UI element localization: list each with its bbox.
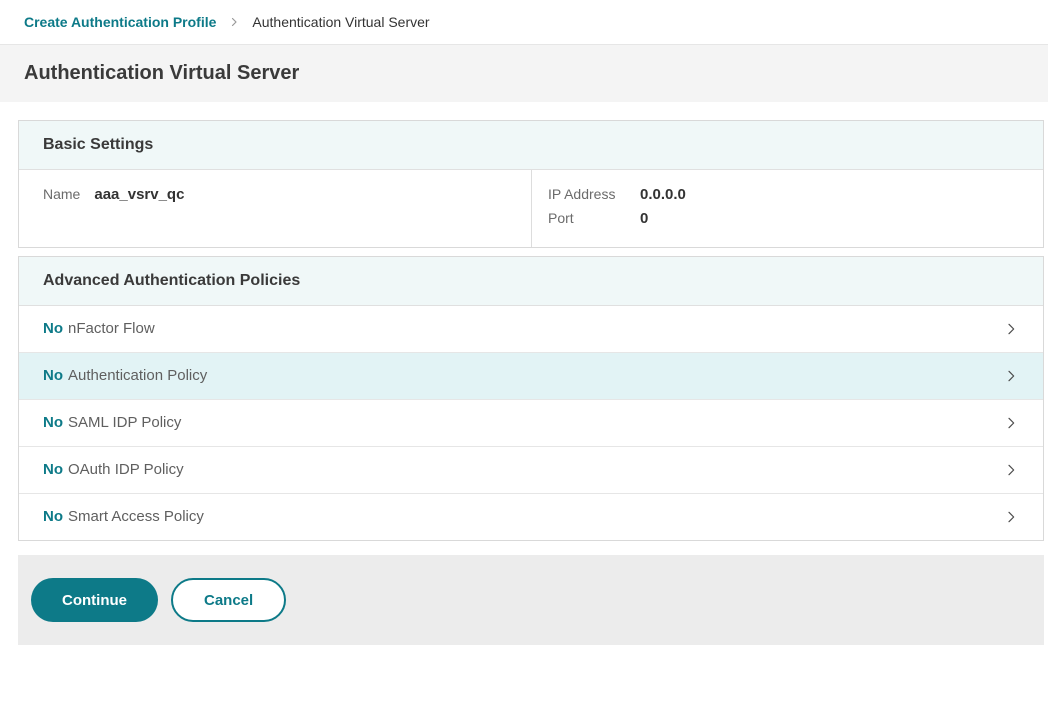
footer-action-bar: Continue Cancel — [18, 555, 1044, 645]
policy-count: No — [43, 508, 63, 525]
policy-row-text: No Authentication Policy — [43, 367, 207, 385]
advanced-policies-title: Advanced Authentication Policies — [43, 272, 1019, 290]
breadcrumb-link-create-auth-profile[interactable]: Create Authentication Profile — [24, 14, 216, 30]
breadcrumb-current: Authentication Virtual Server — [252, 14, 429, 30]
chevron-right-icon — [1003, 509, 1019, 525]
policy-row-authentication-policy[interactable]: No Authentication Policy — [19, 353, 1043, 400]
port-value: 0 — [640, 210, 1027, 227]
policy-row-text: No nFactor Flow — [43, 320, 155, 338]
policy-count: No — [43, 414, 63, 431]
chevron-right-icon — [228, 16, 240, 28]
cancel-button[interactable]: Cancel — [171, 578, 286, 622]
policy-name: SAML IDP Policy — [68, 414, 181, 431]
advanced-policies-section: Advanced Authentication Policies NonFact… — [18, 256, 1044, 541]
basic-settings-header: Basic Settings — [19, 121, 1043, 170]
policy-count: No — [43, 461, 63, 478]
policy-name: Smart Access Policy — [68, 508, 204, 525]
basic-settings-title: Basic Settings — [43, 136, 1019, 154]
ip-address-value: 0.0.0.0 — [640, 186, 1027, 203]
ip-address-label: IP Address — [548, 186, 640, 203]
policy-count: No — [43, 320, 63, 337]
chevron-right-icon — [1003, 415, 1019, 431]
basic-settings-left-column: Name aaa_vsrv_qc — [19, 170, 531, 247]
policy-name: Authentication Policy — [68, 367, 207, 384]
policy-row-saml-idp-policy[interactable]: No SAML IDP Policy — [19, 400, 1043, 447]
policy-row-smart-access-policy[interactable]: No Smart Access Policy — [19, 494, 1043, 540]
basic-settings-body: Name aaa_vsrv_qc IP Address 0.0.0.0 Port… — [19, 170, 1043, 247]
policy-row-oauth-idp-policy[interactable]: No OAuth IDP Policy — [19, 447, 1043, 494]
chevron-right-icon — [1003, 368, 1019, 384]
name-label: Name — [43, 186, 80, 202]
port-label: Port — [548, 210, 640, 227]
basic-settings-section: Basic Settings Name aaa_vsrv_qc IP Addre… — [18, 120, 1044, 248]
breadcrumb: Create Authentication Profile Authentica… — [0, 0, 1048, 45]
page-title: Authentication Virtual Server — [24, 62, 1024, 85]
continue-button[interactable]: Continue — [31, 578, 158, 622]
policy-name: OAuth IDP Policy — [68, 461, 184, 478]
chevron-right-icon — [1003, 321, 1019, 337]
advanced-policies-header: Advanced Authentication Policies — [19, 257, 1043, 306]
page-title-bar: Authentication Virtual Server — [0, 45, 1048, 102]
policy-row-text: No Smart Access Policy — [43, 508, 204, 526]
policy-row-nfactor-flow[interactable]: No nFactor Flow — [19, 306, 1043, 353]
basic-settings-right-column: IP Address 0.0.0.0 Port 0 — [531, 170, 1043, 247]
policy-row-text: No OAuth IDP Policy — [43, 461, 184, 479]
main-content: Basic Settings Name aaa_vsrv_qc IP Addre… — [0, 102, 1048, 541]
name-value: aaa_vsrv_qc — [94, 186, 184, 203]
policy-name: nFactor Flow — [68, 320, 155, 337]
policy-count: No — [43, 367, 63, 384]
chevron-right-icon — [1003, 462, 1019, 478]
policy-row-text: No SAML IDP Policy — [43, 414, 181, 432]
